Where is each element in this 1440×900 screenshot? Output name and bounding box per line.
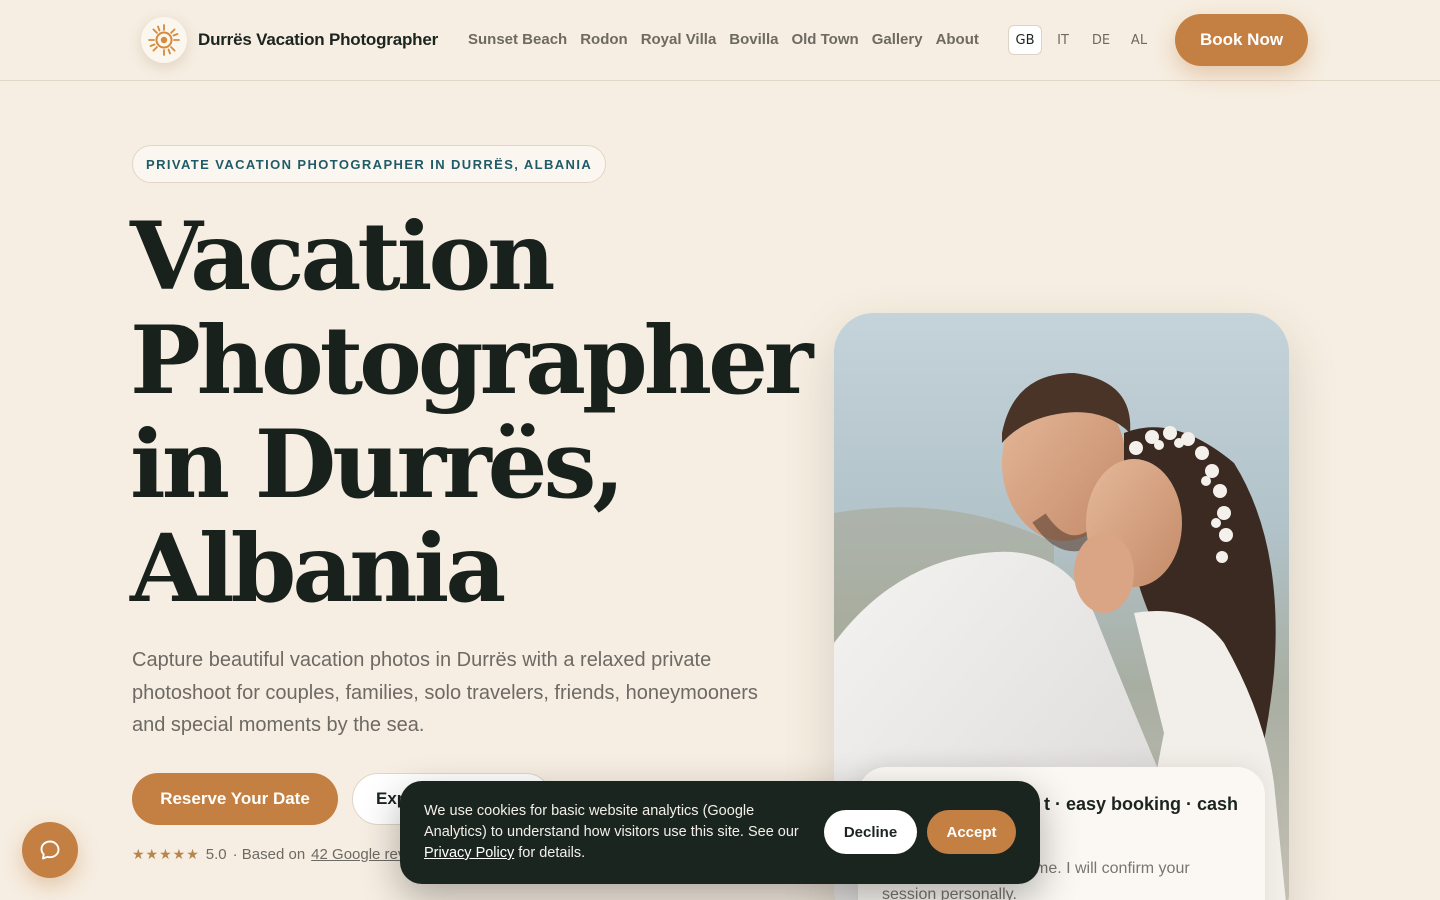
accept-cookies-button[interactable]: Accept xyxy=(927,810,1016,854)
nav-link-sunset-beach[interactable]: Sunset Beach xyxy=(468,31,567,48)
hero-lead: Capture beautiful vacation photos in Dur… xyxy=(132,649,758,736)
lang-gb[interactable]: GB xyxy=(1008,25,1042,55)
hero-eyebrow: PRIVATE VACATION PHOTOGRAPHER IN DURRËS,… xyxy=(132,145,607,183)
nav-link-gallery[interactable]: Gallery xyxy=(872,31,923,48)
decline-cookies-button[interactable]: Decline xyxy=(824,810,917,854)
site-header: Durrës Vacation Photographer Sunset Beac… xyxy=(0,0,1440,81)
hero-title-line: Albania xyxy=(130,514,506,624)
hero-title-line: in Durrës, xyxy=(130,410,625,520)
chat-button[interactable] xyxy=(22,822,78,878)
hero-title-line: Vacation xyxy=(130,202,556,312)
privacy-policy-link[interactable]: Privacy Policy xyxy=(424,845,514,861)
chat-bubble-icon xyxy=(40,840,60,860)
google-reviews-link[interactable]: 42 Google revi xyxy=(311,846,409,863)
brand-name[interactable]: Durrës Vacation Photographer xyxy=(198,30,438,50)
logo[interactable] xyxy=(141,17,187,63)
nav-link-bovilla[interactable]: Bovilla xyxy=(729,31,778,48)
lang-de[interactable]: DE xyxy=(1084,25,1118,55)
language-switcher: GB IT DE AL xyxy=(1008,25,1156,55)
rating-prefix: · Based on xyxy=(232,846,306,863)
nav-link-rodon[interactable]: Rodon xyxy=(580,31,627,48)
hero-title-line: Photographer xyxy=(130,306,813,416)
reserve-date-button[interactable]: Reserve Your Date xyxy=(132,773,338,825)
rating-stars: ★★★★★ xyxy=(132,846,200,862)
sun-logo-icon xyxy=(148,24,180,56)
nav-link-old-town[interactable]: Old Town xyxy=(791,31,858,48)
lang-it[interactable]: IT xyxy=(1046,25,1080,55)
book-now-button[interactable]: Book Now xyxy=(1175,14,1308,66)
main-nav: Sunset Beach Rodon Royal Villa Bovilla O… xyxy=(468,31,979,48)
nav-link-royal-villa[interactable]: Royal Villa xyxy=(641,31,717,48)
lang-al[interactable]: AL xyxy=(1122,25,1156,55)
rating-summary: ★★★★★ 5.0 · Based on 42 Google revi xyxy=(132,846,409,863)
cookie-suffix: for details. xyxy=(518,845,586,861)
nav-link-about[interactable]: About xyxy=(936,31,979,48)
cookie-text: We use cookies for basic website analyti… xyxy=(424,801,804,864)
hero-title: Vacation Photographer in Durrës, Albania xyxy=(130,205,830,621)
rating-score: 5.0 xyxy=(205,846,227,863)
cookie-message: We use cookies for basic website analyti… xyxy=(424,803,799,840)
cookie-banner: We use cookies for basic website analyti… xyxy=(400,781,1040,884)
